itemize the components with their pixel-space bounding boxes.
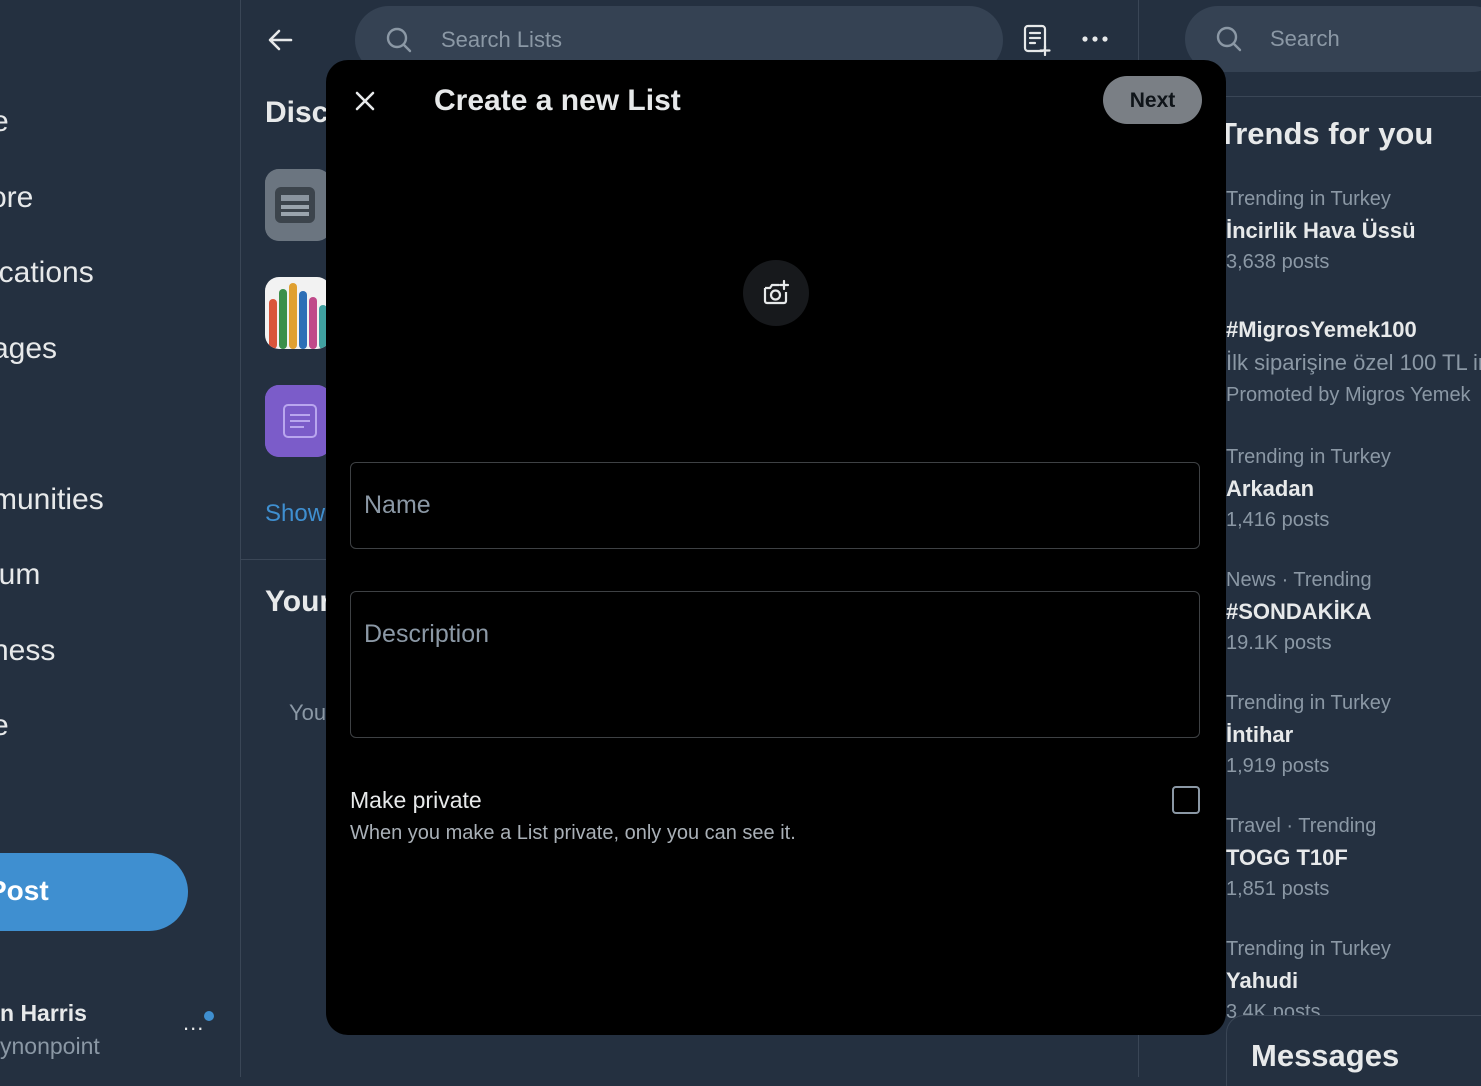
list-thumbnail[interactable] <box>265 385 331 457</box>
next-button[interactable]: Next <box>1103 76 1202 124</box>
raised-hands-image <box>265 277 331 349</box>
list-thumbnail[interactable] <box>265 277 331 349</box>
your-lists-empty-text: You <box>289 700 327 725</box>
account-handle: ynonpoint <box>0 1033 100 1059</box>
right-divider <box>1186 96 1481 97</box>
promoted-label: Promoted by Migros Yemek <box>1226 384 1471 406</box>
messages-drawer[interactable]: Messages <box>1226 1015 1481 1086</box>
more-options-icon[interactable] <box>1081 33 1109 45</box>
trend-name: İncirlik Hava Üssü <box>1226 218 1416 243</box>
nav-item-home[interactable]: e <box>0 105 9 139</box>
nav-item-communities[interactable]: munities <box>0 483 104 517</box>
make-private-label: Make private <box>350 787 482 813</box>
trend-name: İntihar <box>1226 722 1294 747</box>
account-more-icon[interactable]: ... <box>183 1010 204 1036</box>
trend-context: News · Trending <box>1226 569 1372 591</box>
trends-title: Trends for you <box>1218 116 1434 151</box>
trend-context: Travel · Trending <box>1226 815 1377 837</box>
next-button-label: Next <box>1129 89 1176 112</box>
description-field[interactable]: Description <box>350 591 1200 738</box>
discover-lists-title: Disc <box>265 96 329 129</box>
add-photo-button[interactable] <box>743 260 809 326</box>
trend-context: Trending in Turkey <box>1226 188 1391 210</box>
make-private-checkbox[interactable] <box>1172 786 1200 814</box>
nav-item-premium[interactable]: ium <box>0 558 40 592</box>
trend-context: Trending in Turkey <box>1226 446 1391 468</box>
lists-search-placeholder: Search Lists <box>441 27 563 52</box>
messages-drawer-title: Messages <box>1251 1038 1400 1073</box>
nav-item-notifications[interactable]: ications <box>0 256 94 290</box>
nav-item-explore[interactable]: ore <box>0 181 33 215</box>
list-document-icon <box>265 385 331 457</box>
search-icon <box>386 27 412 53</box>
create-list-dialog: Create a new List Next Name Description … <box>326 60 1226 1035</box>
nav-item-messages[interactable]: ages <box>0 332 57 366</box>
notification-dot <box>204 1011 214 1021</box>
nav-item-business[interactable]: ness <box>0 634 55 668</box>
global-search-placeholder: Search <box>1270 26 1340 51</box>
new-list-icon[interactable] <box>1022 24 1052 56</box>
trend-count: 19.1K posts <box>1226 632 1332 654</box>
left-sidebar: e ore ications ages munities ium ness e … <box>0 0 241 1077</box>
trend-name: TOGG T10F <box>1226 845 1348 870</box>
trend-count: 1,919 posts <box>1226 755 1330 777</box>
global-search-input[interactable]: Search <box>1185 6 1481 72</box>
dialog-title: Create a new List <box>434 84 681 117</box>
name-placeholder: Name <box>364 491 431 519</box>
nav-item-more[interactable]: e <box>0 709 9 743</box>
camera-plus-icon <box>763 279 790 305</box>
trend-count: 3,638 posts <box>1226 251 1330 273</box>
trend-name: #SONDAKİKA <box>1226 599 1372 624</box>
trend-name: Yahudi <box>1226 968 1299 993</box>
back-arrow-icon[interactable] <box>266 26 294 54</box>
post-button[interactable]: Post <box>0 853 188 931</box>
trend-count: 1,416 posts <box>1226 509 1330 531</box>
list-thumbnail[interactable] <box>265 169 331 241</box>
typewriter-image <box>265 169 331 241</box>
trend-description: İlk siparişine özel 100 TL indirim <box>1226 350 1481 375</box>
close-icon[interactable] <box>346 82 384 120</box>
trend-name: Arkadan <box>1226 476 1315 501</box>
trend-name: #MigrosYemek100 <box>1226 317 1417 342</box>
show-more-link[interactable]: Show <box>265 500 325 528</box>
make-private-help: When you make a List private, only you c… <box>350 822 796 844</box>
trend-context: Trending in Turkey <box>1226 938 1391 960</box>
search-icon <box>1216 26 1242 52</box>
name-field[interactable]: Name <box>350 462 1200 549</box>
account-name[interactable]: n Harris <box>0 1000 87 1027</box>
description-placeholder: Description <box>364 620 490 648</box>
trend-context: Trending in Turkey <box>1226 692 1391 714</box>
your-lists-title: Your <box>265 585 332 618</box>
trend-count: 1,851 posts <box>1226 878 1330 900</box>
post-button-label: Post <box>0 875 49 906</box>
